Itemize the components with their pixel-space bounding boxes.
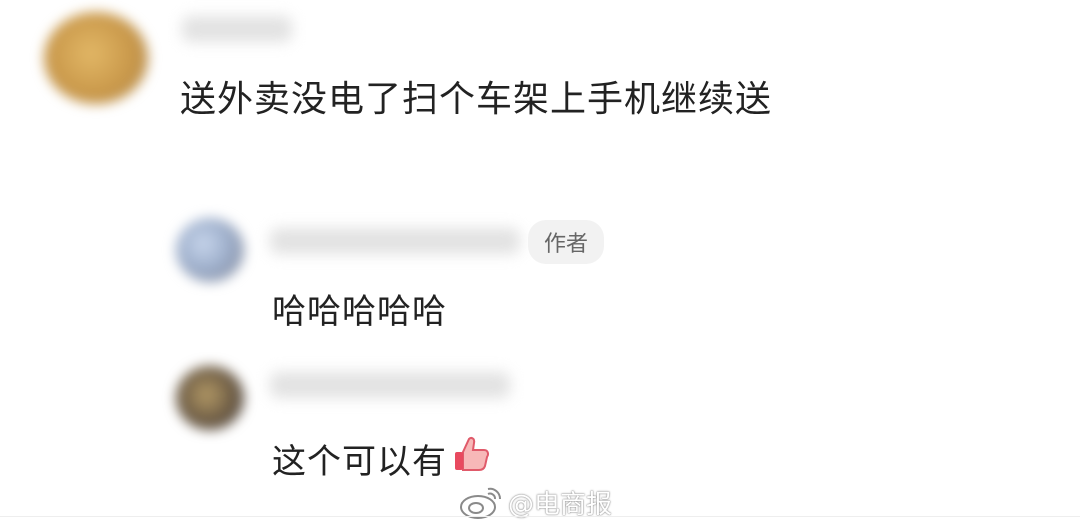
divider (0, 516, 1080, 517)
reply-username-blurred[interactable] (270, 228, 520, 254)
avatar[interactable] (44, 12, 148, 104)
thumbs-up-icon (453, 436, 491, 481)
author-badge: 作者 (528, 220, 605, 264)
reply-avatar[interactable] (176, 218, 244, 282)
reply-item: 这个可以有 (272, 434, 491, 483)
reply-avatar[interactable] (176, 366, 244, 430)
reply-username-blurred[interactable] (270, 372, 510, 398)
username-blurred[interactable] (182, 16, 292, 42)
comment-text: 送外卖没电了扫个车架上手机继续送 (180, 79, 773, 120)
reply-text: 这个可以有 (272, 442, 447, 482)
reply-text: 哈哈哈哈哈 (272, 292, 447, 332)
